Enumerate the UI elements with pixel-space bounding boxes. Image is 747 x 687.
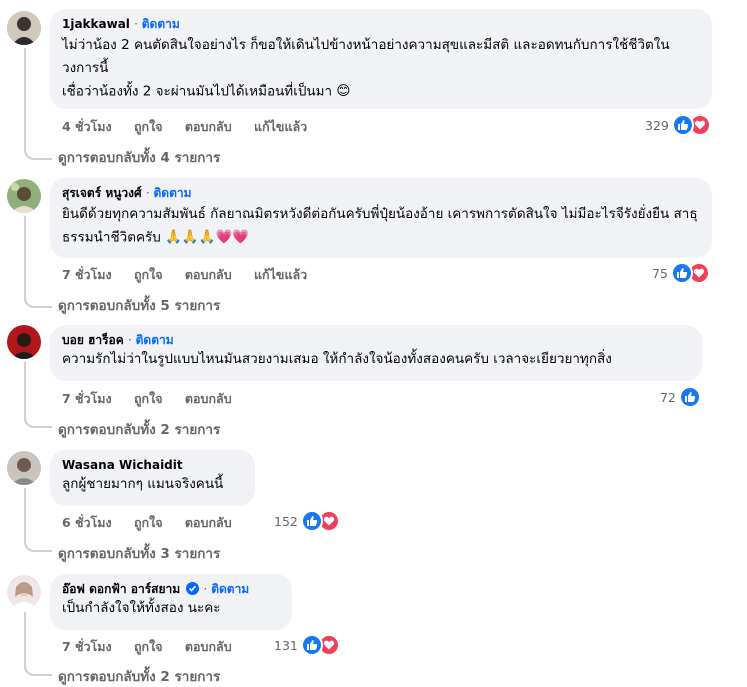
comment-time[interactable]: 4 ชั่วโมง xyxy=(62,119,112,134)
reply-button[interactable]: ตอบกลับ xyxy=(185,391,232,406)
like-button[interactable]: ถูกใจ xyxy=(134,391,163,406)
avatar[interactable] xyxy=(7,179,41,213)
view-replies-link[interactable]: ดูการตอบกลับทั้ง 2 รายการ xyxy=(58,665,220,687)
comment-bubble: 1jakkawal · ติดตาม ไม่ว่าน้อง 2 คนตัดสิน… xyxy=(50,9,712,109)
like-button[interactable]: ถูกใจ xyxy=(134,515,163,530)
view-replies-link[interactable]: ดูการตอบกลับทั้ง 2 รายการ xyxy=(58,418,220,440)
comment-time[interactable]: 6 ชั่วโมง xyxy=(62,515,112,530)
comment-actions: 7 ชั่วโมง ถูกใจ ตอบกลับ แก้ไขแล้ว xyxy=(62,265,325,285)
reply-button[interactable]: ตอบกลับ xyxy=(185,267,232,282)
avatar[interactable] xyxy=(7,575,41,609)
like-button[interactable]: ถูกใจ xyxy=(134,267,163,282)
comment-text: เป็นกำลังใจให้ทั้งสอง นะคะ xyxy=(62,600,221,616)
view-replies-link[interactable]: ดูการตอบกลับทั้ง 5 รายการ xyxy=(58,294,220,316)
thread-line xyxy=(24,362,26,414)
like-icon xyxy=(671,114,694,136)
comment-text: ลูกผู้ชายมากๆ แมนจริงคนนี้ xyxy=(62,476,224,492)
reaction-summary[interactable]: 131 xyxy=(274,634,340,656)
reply-connector xyxy=(24,292,52,308)
follow-link[interactable]: ติดตาม xyxy=(136,333,174,347)
thread-line xyxy=(24,612,26,662)
comment-author[interactable]: Wasana Wichaidit xyxy=(62,458,183,472)
like-icon xyxy=(300,634,323,656)
reply-button[interactable]: ตอบกลับ xyxy=(185,119,232,134)
comment-time[interactable]: 7 ชั่วโมง xyxy=(62,267,112,282)
thread-line xyxy=(24,488,26,538)
comment-bubble: บอย ฮาร็อค · ติดตาม ความรักไม่ว่าในรูปแบ… xyxy=(50,325,702,381)
reaction-count: 75 xyxy=(652,265,668,281)
comment-text: ไม่ว่าน้อง 2 คนตัดสินใจอย่างไร ก็ขอให้เด… xyxy=(62,37,670,100)
like-button[interactable]: ถูกใจ xyxy=(134,119,163,134)
like-button[interactable]: ถูกใจ xyxy=(134,639,163,654)
comment-bubble: สุรเจตร์ หนูวงศ์ · ติดตาม ยินดีด้วยทุกคว… xyxy=(50,178,712,258)
avatar[interactable] xyxy=(7,11,41,45)
view-replies-link[interactable]: ดูการตอบกลับทั้ง 4 รายการ xyxy=(58,146,220,168)
comment-author[interactable]: สุรเจตร์ หนูวงศ์ xyxy=(62,186,142,200)
view-replies-link[interactable]: ดูการตอบกลับทั้ง 3 รายการ xyxy=(58,542,220,564)
reply-connector xyxy=(24,660,52,676)
reply-connector xyxy=(24,412,52,428)
comment-actions: 7 ชั่วโมง ถูกใจ ตอบกลับ xyxy=(62,389,250,409)
comment-time[interactable]: 7 ชั่วโมง xyxy=(62,391,112,406)
reply-button[interactable]: ตอบกลับ xyxy=(185,515,232,530)
reaction-summary[interactable]: 329 xyxy=(645,114,711,136)
reply-connector xyxy=(24,536,52,552)
like-icon xyxy=(678,386,701,408)
comment-author[interactable]: 1jakkawal xyxy=(62,17,130,31)
reaction-count: 131 xyxy=(274,637,298,653)
thread-line xyxy=(24,48,26,146)
reply-button[interactable]: ตอบกลับ xyxy=(185,639,232,654)
comment-author[interactable]: อ๊อฟ ดอกฟ้า อาร์สยาม xyxy=(62,582,180,596)
comment-text: ความรักไม่ว่าในรูปแบบไหนมันสวยงามเสมอ ให… xyxy=(62,351,612,367)
reaction-count: 329 xyxy=(645,117,669,133)
reaction-summary[interactable]: 152 xyxy=(274,510,340,532)
comment-actions: 6 ชั่วโมง ถูกใจ ตอบกลับ xyxy=(62,513,250,533)
edited-label: แก้ไขแล้ว xyxy=(254,267,308,282)
reaction-summary[interactable]: 75 xyxy=(652,262,710,284)
edited-label: แก้ไขแล้ว xyxy=(254,119,308,134)
avatar[interactable] xyxy=(7,451,41,485)
follow-link[interactable]: ติดตาม xyxy=(142,17,180,31)
reaction-count: 72 xyxy=(660,389,676,405)
comment-author[interactable]: บอย ฮาร็อค xyxy=(62,333,124,347)
reaction-count: 152 xyxy=(274,513,298,529)
comment-actions: 4 ชั่วโมง ถูกใจ ตอบกลับ แก้ไขแล้ว xyxy=(62,117,325,137)
follow-link[interactable]: ติดตาม xyxy=(211,582,249,596)
reply-connector xyxy=(24,144,52,160)
avatar[interactable] xyxy=(7,325,41,359)
comment-time[interactable]: 7 ชั่วโมง xyxy=(62,639,112,654)
like-icon xyxy=(670,262,693,284)
smile-emoji: 😊 xyxy=(336,83,351,99)
verified-badge-icon xyxy=(186,582,200,595)
comment-actions: 7 ชั่วโมง ถูกใจ ตอบกลับ xyxy=(62,637,250,657)
pray-heart-emoji: 🙏🙏🙏💗💗 xyxy=(165,229,250,245)
reaction-summary[interactable]: 72 xyxy=(660,386,701,408)
thread-line xyxy=(24,216,26,294)
comment-text: ยินดีด้วยทุกความสัมพันธ์ กัลยาณมิตรหวังด… xyxy=(62,206,698,246)
follow-link[interactable]: ติดตาม xyxy=(153,186,191,200)
like-icon xyxy=(300,510,323,532)
comment-bubble: Wasana Wichaidit ลูกผู้ชายมากๆ แมนจริงคน… xyxy=(50,450,255,506)
comment-bubble: อ๊อฟ ดอกฟ้า อาร์สยาม · ติดตาม เป็นกำลังใ… xyxy=(50,574,292,630)
